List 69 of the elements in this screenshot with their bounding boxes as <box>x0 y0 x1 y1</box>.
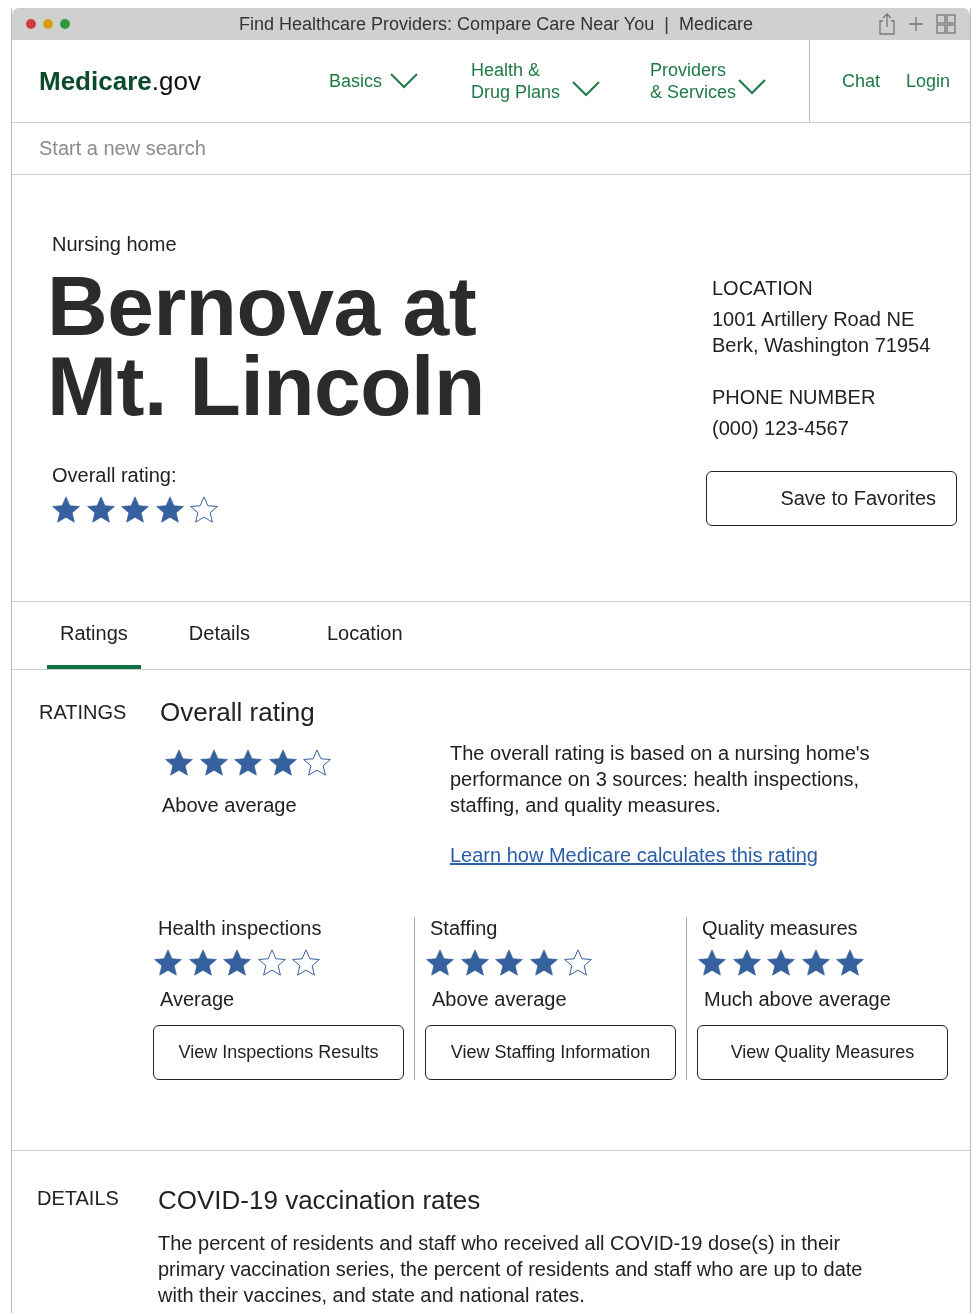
view-button[interactable]: View Staffing Information <box>425 1025 676 1080</box>
rating-summary: Average <box>160 988 236 1011</box>
tab[interactable]: Location <box>313 602 416 669</box>
star-icon <box>494 948 524 978</box>
star-icon <box>189 495 219 525</box>
star-icon <box>425 948 455 978</box>
window-dot-icon <box>26 19 36 29</box>
star-icon <box>164 748 194 778</box>
rating-summary: Much above average <box>704 988 892 1011</box>
star-icon <box>187 948 218 978</box>
nav-link[interactable]: Chat <box>841 70 880 92</box>
address: 1001 Artillery Road NE Berk, Washington 71954 <box>712 307 931 358</box>
view-button[interactable]: View Inspections Results <box>153 1025 404 1080</box>
star-icon <box>256 948 287 978</box>
logo[interactable]: Medicare.gov <box>12 65 329 97</box>
save-button[interactable]: Save to Favorites <box>706 471 957 526</box>
chevron-down-icon <box>390 73 418 89</box>
star-icon <box>459 948 490 978</box>
tabs-grid-icon <box>936 14 956 34</box>
star-icon <box>85 495 116 525</box>
window-dot-icon <box>43 19 53 29</box>
section-heading: Overall rating <box>160 697 316 728</box>
details-text: The percent of residents and staff who received all COVID-19 dose(s) in their primary vaccination series, the percent of residents and staff who are up to date with their vaccines, and state and national rates. <box>158 1231 864 1308</box>
star-icon <box>766 948 796 978</box>
rating-label: Overall rating: <box>52 464 178 487</box>
provider-type: Nursing home <box>52 233 178 256</box>
star-icon <box>222 948 252 978</box>
star-icon <box>731 948 762 978</box>
star-icon <box>198 748 229 778</box>
nav-menu[interactable]: Health & Drug Plans <box>471 59 650 103</box>
star-icon <box>302 748 332 778</box>
star-icon <box>267 748 298 778</box>
star-icon <box>563 948 593 978</box>
plus-icon <box>908 16 924 32</box>
category-title: Staffing <box>430 917 499 940</box>
nav-menu[interactable]: Providers & Services <box>650 59 790 103</box>
nav-menu[interactable]: Basics <box>329 70 471 92</box>
section-heading: COVID-19 vaccination rates <box>158 1185 482 1216</box>
window-title: Find Healthcare Providers: Compare Care Near You | Medicare <box>238 13 754 35</box>
chevron-down-icon <box>738 79 767 95</box>
phone-number: (000) 123-4567 <box>712 416 849 441</box>
view-button[interactable]: View Quality Measures <box>697 1025 948 1080</box>
star-icon <box>835 948 865 978</box>
section-label: DETAILS <box>36 1186 120 1211</box>
share-icon <box>878 13 896 35</box>
star-icon <box>153 948 183 978</box>
star-icon <box>51 495 81 525</box>
rating-description: The overall rating is based on a nursing home's performance on 3 sources: health inspections, staffing, and quality measures. <box>450 741 871 818</box>
star-icon <box>233 748 263 778</box>
location-label: LOCATION <box>712 277 813 300</box>
nav-link[interactable]: Login <box>905 70 950 92</box>
star-icon <box>528 948 559 978</box>
rating-summary: Above average <box>432 988 568 1011</box>
window-dot-icon <box>60 19 70 29</box>
star-icon <box>120 495 150 525</box>
learn-more-link[interactable]: Learn how Medicare calculates this rating <box>450 844 818 866</box>
star-icon <box>800 948 831 978</box>
category-title: Quality measures <box>702 917 859 940</box>
category-title: Health inspections <box>158 917 323 940</box>
phone-label: PHONE NUMBER <box>712 386 876 409</box>
star-icon <box>697 948 727 978</box>
tab[interactable]: Details <box>175 602 263 669</box>
star-icon <box>154 495 185 525</box>
provider-name: Bernova at Mt. Lincoln <box>47 266 486 426</box>
rating-summary: Above average <box>162 794 298 817</box>
tab[interactable]: Ratings <box>47 602 141 669</box>
section-label: RATINGS <box>38 700 128 725</box>
star-icon <box>291 948 321 978</box>
chevron-down-icon <box>572 81 601 97</box>
